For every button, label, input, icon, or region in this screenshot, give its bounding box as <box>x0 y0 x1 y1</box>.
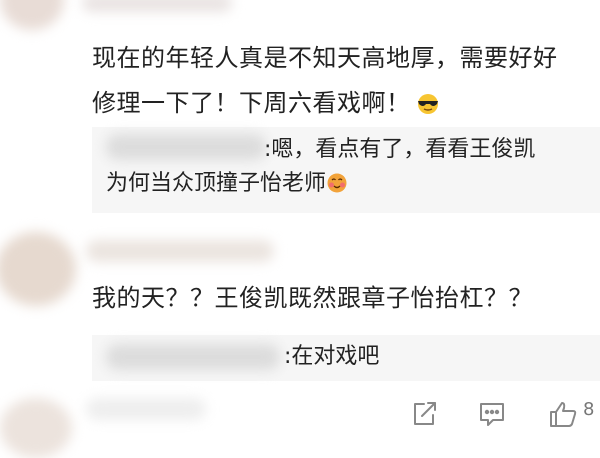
thumbs-up-icon[interactable] <box>548 400 580 432</box>
username-blurred[interactable] <box>86 240 274 262</box>
sunglasses-emoji-icon <box>415 84 441 114</box>
avatar[interactable] <box>0 0 64 30</box>
blush-emoji-icon <box>326 171 348 193</box>
reply-text: :在对戏吧 <box>106 340 379 374</box>
action-bar: 8 <box>400 396 600 434</box>
reply-text-line: 在对戏吧 <box>291 344 380 369</box>
reply-text-line: 为何当众顶撞子怡老师 <box>106 171 327 196</box>
avatar[interactable] <box>0 232 76 306</box>
comment-text: 现在的年轻人真是不知天高地厚，需要好好 修理一下了！下周六看戏啊！ <box>92 36 592 126</box>
reply-box: :嗯，看点有了，看看王俊凯 为何当众顶撞子怡老师 <box>92 127 600 213</box>
avatar[interactable] <box>0 398 72 458</box>
forward-icon[interactable] <box>410 400 438 432</box>
comment-icon[interactable] <box>478 400 506 432</box>
username-blurred[interactable] <box>82 0 232 12</box>
like-count: 8 <box>583 399 595 420</box>
comment-text-line: 修理一下了！下周六看戏啊！ <box>92 89 411 117</box>
reply-text-line: 嗯，看点有了，看看王俊凯 <box>271 137 536 162</box>
comment-text: 我的天？？王俊凯既然跟章子怡抬杠？？ <box>92 284 533 312</box>
comment-text-line: 现在的年轻人真是不知天高地厚，需要好好 <box>92 44 558 72</box>
reply-box: :在对戏吧 <box>92 335 600 381</box>
reply-text: :嗯，看点有了，看看王俊凯 为何当众顶撞子怡老师 <box>106 133 586 201</box>
username-blurred[interactable] <box>86 398 206 420</box>
